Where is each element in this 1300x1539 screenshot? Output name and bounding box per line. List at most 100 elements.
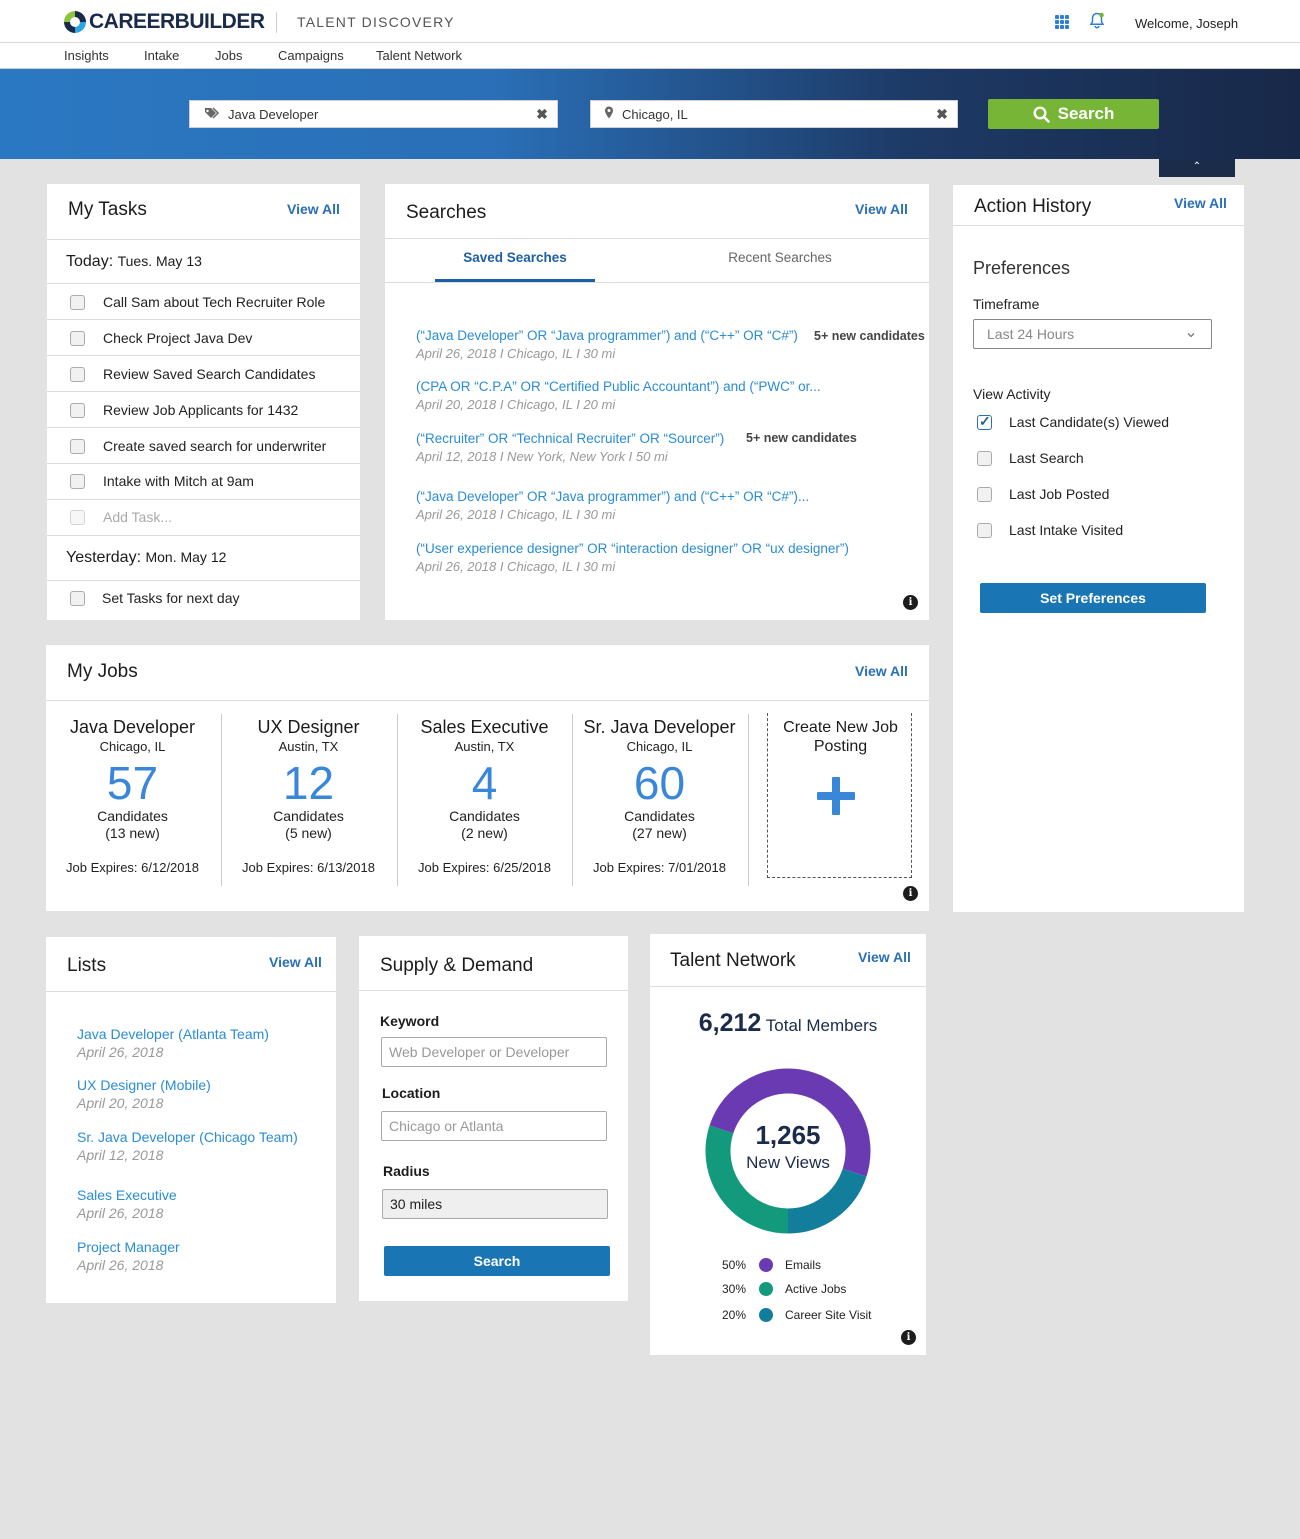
timeframe-select[interactable]: Last 24 Hours xyxy=(973,319,1212,349)
clear-location-icon[interactable]: ✖ xyxy=(927,106,957,123)
saved-search-link[interactable]: (“Java Developer” OR “Java programmer”) … xyxy=(416,328,798,343)
divider xyxy=(385,238,929,239)
task-checkbox[interactable] xyxy=(70,591,85,606)
tasks-view-all-link[interactable]: View All xyxy=(287,201,340,217)
job-summary[interactable]: Sr. Java Developer Chicago, IL 60 Candid… xyxy=(572,714,747,875)
legend-percent: 20% xyxy=(721,1308,746,1322)
apps-grid-icon[interactable] xyxy=(1055,15,1069,29)
keyword-input[interactable]: Web Developer or Developer xyxy=(381,1037,607,1067)
divider xyxy=(359,990,628,991)
divider xyxy=(953,225,1244,226)
talent-network-view-all-link[interactable]: View All xyxy=(858,949,911,965)
today-date: Tues. May 13 xyxy=(117,253,202,269)
divider xyxy=(47,319,360,320)
task-label: Create saved search for underwriter xyxy=(103,438,327,454)
donut-segment-career-site-visit xyxy=(787,1168,867,1234)
new-views-number: 1,265 xyxy=(755,1120,821,1150)
job-expiration: Job Expires: 6/13/2018 xyxy=(242,860,375,875)
today-label: Today: Tues. May 13 xyxy=(66,253,202,270)
list-link[interactable]: Project Manager xyxy=(77,1239,180,1255)
activity-option-label: Last Search xyxy=(1009,450,1084,466)
lists-view-all-link[interactable]: View All xyxy=(269,954,322,970)
activity-checkbox[interactable] xyxy=(977,523,992,538)
jobs-view-all-link[interactable]: View All xyxy=(855,663,908,679)
info-icon[interactable]: i xyxy=(903,886,918,901)
welcome-user[interactable]: Welcome, Joseph xyxy=(1135,16,1238,31)
divider xyxy=(47,283,360,284)
saved-search-link[interactable]: (“Java Developer” OR “Java programmer”) … xyxy=(416,489,809,504)
task-checkbox[interactable] xyxy=(70,331,85,346)
brand-name: CAREERBUILDER xyxy=(89,10,265,33)
job-summary[interactable]: Java Developer Chicago, IL 57 Candidates… xyxy=(45,714,220,875)
action-history-view-all-link[interactable]: View All xyxy=(1174,195,1227,211)
task-checkbox[interactable] xyxy=(70,474,85,489)
job-summary[interactable]: UX Designer Austin, TX 12 Candidates (5 … xyxy=(221,714,396,875)
candidates-label: Candidates xyxy=(624,808,695,824)
radius-input[interactable]: 30 miles xyxy=(382,1189,608,1219)
activity-checkbox[interactable] xyxy=(977,487,992,502)
task-label: Review Saved Search Candidates xyxy=(103,366,316,382)
notification-bell-icon[interactable] xyxy=(1089,12,1105,35)
activity-checkbox[interactable] xyxy=(977,413,992,430)
add-task-input[interactable]: Add Task... xyxy=(103,509,172,525)
location-search-input[interactable]: Chicago, IL ✖ xyxy=(590,100,958,128)
task-checkbox[interactable] xyxy=(70,295,85,310)
legend-swatch-emails xyxy=(759,1258,773,1272)
nav-intake[interactable]: Intake xyxy=(144,48,179,63)
saved-search-meta: April 12, 2018 I New York, New York I 50… xyxy=(416,449,668,464)
create-job-posting-button[interactable]: Create New Job Posting xyxy=(767,713,912,878)
legend-label: Emails xyxy=(785,1258,822,1272)
new-candidates: (2 new) xyxy=(461,825,508,841)
saved-search-meta: April 26, 2018 I Chicago, IL I 30 mi xyxy=(416,559,616,574)
divider xyxy=(47,499,360,500)
divider xyxy=(47,463,360,464)
job-expiration: Job Expires: 7/01/2018 xyxy=(593,860,726,875)
new-candidates-badge: 5+ new candidates xyxy=(814,329,925,343)
list-link[interactable]: UX Designer (Mobile) xyxy=(77,1077,211,1093)
supply-demand-title: Supply & Demand xyxy=(380,955,534,976)
keyword-value: Java Developer xyxy=(228,106,319,122)
list-link[interactable]: Sales Executive xyxy=(77,1187,177,1203)
tab-recent-searches[interactable]: Recent Searches xyxy=(700,250,860,265)
nav-jobs[interactable]: Jobs xyxy=(215,48,242,63)
divider xyxy=(46,991,336,992)
list-link[interactable]: Java Developer (Atlanta Team) xyxy=(77,1026,269,1042)
location-input[interactable]: Chicago or Atlanta xyxy=(381,1111,607,1141)
list-link[interactable]: Sr. Java Developer (Chicago Team) xyxy=(77,1129,298,1145)
yesterday-label: Yesterday: Mon. May 12 xyxy=(66,549,227,566)
saved-search-meta: April 26, 2018 I Chicago, IL I 30 mi xyxy=(416,346,616,361)
supply-demand-search-button[interactable]: Search xyxy=(384,1246,610,1276)
saved-search-link[interactable]: (CPA OR “C.P.A” OR “Certified Public Acc… xyxy=(416,379,821,394)
job-summary[interactable]: Sales Executive Austin, TX 4 Candidates … xyxy=(397,714,572,875)
clear-keyword-icon[interactable]: ✖ xyxy=(527,106,557,123)
list-date: April 26, 2018 xyxy=(77,1044,164,1060)
nav-talent-network[interactable]: Talent Network xyxy=(376,48,462,63)
location-value: Chicago, IL xyxy=(622,106,688,122)
nav-campaigns[interactable]: Campaigns xyxy=(278,48,344,63)
keyword-search-input[interactable]: Java Developer ✖ xyxy=(189,100,558,128)
task-checkbox[interactable] xyxy=(70,403,85,418)
task-checkbox[interactable] xyxy=(70,439,85,454)
hero-search-button[interactable]: Search xyxy=(988,99,1159,129)
job-title: Sales Executive xyxy=(420,717,549,737)
job-title: Sr. Java Developer xyxy=(583,717,736,737)
list-date: April 26, 2018 xyxy=(77,1257,164,1273)
product-name: TALENT DISCOVERY xyxy=(297,14,455,30)
info-icon[interactable]: i xyxy=(901,1330,916,1345)
nav-insights[interactable]: Insights xyxy=(64,48,109,63)
task-checkbox[interactable] xyxy=(70,367,85,382)
collapse-search-button[interactable]: ⌃ xyxy=(1159,159,1235,177)
chevron-up-icon: ⌃ xyxy=(1192,161,1202,172)
tab-saved-searches[interactable]: Saved Searches xyxy=(435,250,595,265)
candidates-label: Candidates xyxy=(273,808,344,824)
tag-icon xyxy=(190,106,220,122)
careerbuilder-logo[interactable]: CAREERBUILDER xyxy=(64,10,265,34)
activity-checkbox[interactable] xyxy=(977,451,992,466)
info-icon[interactable]: i xyxy=(903,595,918,610)
saved-search-link[interactable]: (“User experience designer” OR “interact… xyxy=(416,541,849,556)
candidate-count: 4 xyxy=(471,757,498,809)
saved-search-link[interactable]: (“Recruiter” OR “Technical Recruiter” OR… xyxy=(416,431,724,446)
set-preferences-button[interactable]: Set Preferences xyxy=(980,583,1206,613)
searches-view-all-link[interactable]: View All xyxy=(855,201,908,217)
candidates-label: Candidates xyxy=(97,808,168,824)
